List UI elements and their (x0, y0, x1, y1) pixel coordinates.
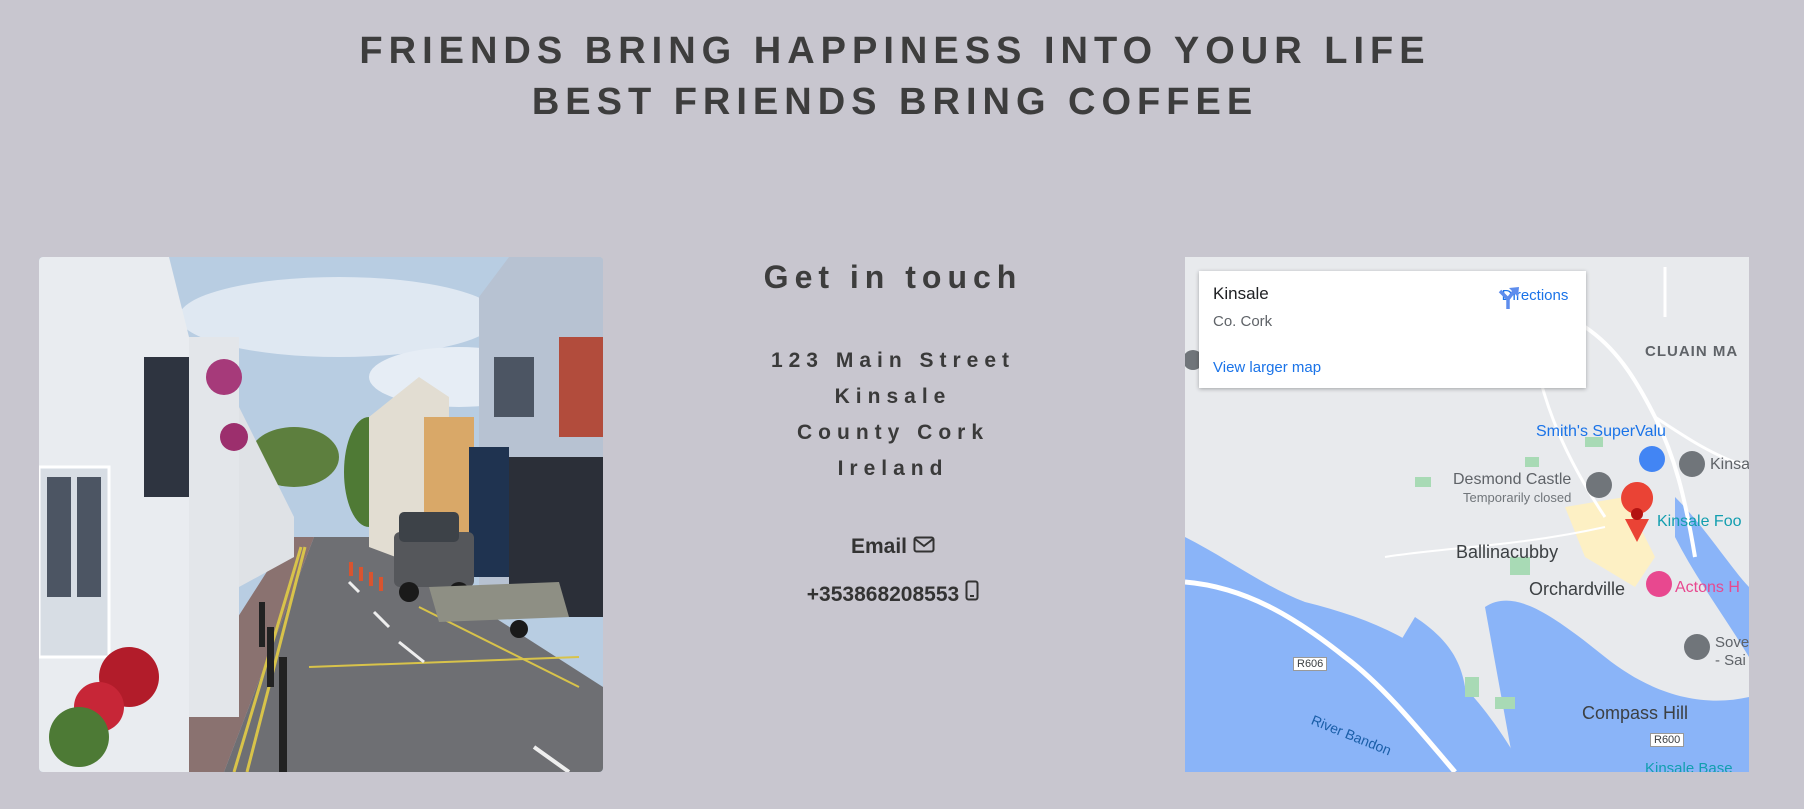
map-label-actons[interactable]: Actons H (1675, 579, 1740, 597)
map-label-sove: Sove (1715, 634, 1749, 651)
email-label: Email (850, 535, 908, 558)
mobile-phone-icon (965, 580, 979, 609)
map-label-compass-hill: Compass Hill (1582, 703, 1689, 723)
phone-link[interactable]: +353868208553 (660, 580, 1126, 609)
map-label-temporarily-closed: Temporarily closed (1463, 490, 1572, 505)
view-larger-map-link[interactable]: View larger map (1213, 359, 1321, 376)
map-label-r600: R600 (1650, 733, 1685, 747)
phone-number: +353868208553 (806, 582, 960, 606)
place-title: Kinsale (1213, 284, 1269, 303)
tagline-banner: FRIENDS BRING HAPPINESS INTO YOUR LIFE B… (0, 26, 1790, 128)
email-link[interactable]: Email (660, 533, 1126, 561)
tagline-line-2: BEST FRIENDS BRING COFFEE (531, 81, 1259, 123)
directions-button[interactable]: Directions (1495, 285, 1575, 309)
address-line: County Cork (797, 421, 989, 444)
address-line: 123 Main Street (770, 349, 1016, 372)
address-line: Kinsale (834, 385, 952, 408)
tagline-line-1: FRIENDS BRING HAPPINESS INTO YOUR LIFE (359, 30, 1431, 72)
address-block: 123 Main Street Kinsale County Cork Irel… (660, 343, 1126, 487)
envelope-icon (913, 533, 935, 561)
place-subtitle: Co. Cork (1213, 313, 1273, 330)
address-line: Ireland (837, 457, 949, 480)
map-label-kinsa: Kinsa (1710, 456, 1749, 473)
map-label-ballinacubby: Ballinacubby (1456, 542, 1559, 562)
map-label-supervalu[interactable]: Smith's SuperValu (1536, 423, 1666, 441)
map-label-r606: R606 (1293, 657, 1328, 671)
contact-section: Get in touch 123 Main Street Kinsale Cou… (660, 257, 1126, 609)
map-label-sai: - Sai (1715, 652, 1746, 669)
street-photo (39, 257, 603, 772)
map-label-orchardville: Orchardville (1529, 579, 1626, 599)
contact-heading: Get in touch (763, 259, 1023, 295)
map-label-desmond-castle[interactable]: Desmond Castle (1453, 471, 1571, 489)
map-place-card: Kinsale Co. Cork View larger map Directi… (1199, 271, 1586, 388)
map-embed[interactable]: CLUAIN MA Smith's SuperValu Kinsa Desmon… (1185, 257, 1749, 772)
map-label-kinsale-food[interactable]: Kinsale Foo (1657, 513, 1742, 531)
directions-icon (1498, 287, 1519, 309)
map-label-kinsale-base: Kinsale Base (1645, 760, 1733, 772)
map-label-cluain: CLUAIN MA (1645, 343, 1739, 360)
